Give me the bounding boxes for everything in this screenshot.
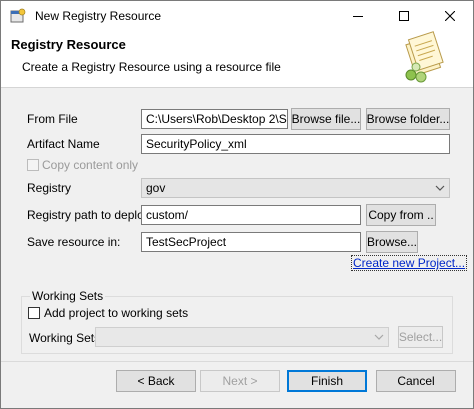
browse-button[interactable]: Browse...: [366, 231, 418, 253]
wizard-banner: Registry Resource Create a Registry Reso…: [1, 31, 473, 88]
from-file-label: From File: [27, 112, 78, 126]
add-to-working-sets-label: Add project to working sets: [44, 306, 189, 320]
browse-file-button[interactable]: Browse file...: [291, 108, 361, 130]
cancel-button[interactable]: Cancel: [376, 370, 456, 392]
minimize-icon: [353, 16, 363, 17]
resource-files-icon: [405, 31, 444, 83]
select-working-sets-button[interactable]: Select...: [398, 326, 443, 348]
select-working-sets-label: Select...: [398, 330, 443, 344]
banner-description: Create a Registry Resource using a resou…: [22, 60, 281, 74]
create-new-project-link[interactable]: Create new Project...: [350, 255, 468, 271]
maximize-icon: [399, 11, 409, 21]
working-sets-select[interactable]: [95, 327, 389, 347]
registry-select[interactable]: gov: [141, 178, 450, 198]
copy-content-checkbox[interactable]: [27, 159, 39, 171]
close-button[interactable]: [427, 1, 473, 31]
registry-path-label: Registry path to deploy: [27, 208, 150, 222]
finish-button[interactable]: Finish: [287, 370, 367, 392]
working-sets-label: Working Sets: [29, 331, 101, 345]
copy-from-button[interactable]: Copy from ..: [366, 204, 436, 226]
window-title: New Registry Resource: [35, 9, 162, 23]
registry-selected-value: gov: [146, 181, 166, 195]
add-to-working-sets-checkbox[interactable]: [28, 307, 40, 319]
cancel-label: Cancel: [397, 374, 435, 388]
browse-file-label: Browse file...: [291, 112, 361, 126]
browse-label: Browse...: [367, 235, 418, 249]
new-registry-resource-dialog: New Registry Resource Registry Resource …: [0, 0, 474, 409]
footer-separator: [1, 361, 473, 362]
finish-label: Finish: [310, 374, 343, 388]
working-sets-group-title: Working Sets: [30, 289, 106, 303]
registry-path-input[interactable]: custom/: [141, 205, 361, 225]
registry-label: Registry: [27, 181, 72, 195]
banner-title: Registry Resource: [11, 37, 126, 52]
title-bar: New Registry Resource: [1, 1, 473, 31]
artifact-name-input[interactable]: SecurityPolicy_xml: [141, 134, 450, 154]
maximize-button[interactable]: [381, 1, 427, 31]
artifact-name-label: Artifact Name: [27, 137, 100, 151]
close-icon: [445, 11, 455, 21]
next-button[interactable]: Next >: [200, 370, 280, 392]
back-label: < Back: [137, 374, 175, 388]
copy-from-label: Copy from ..: [368, 208, 434, 222]
save-resource-label: Save resource in:: [27, 235, 121, 249]
eclipse-dialog-icon: [10, 8, 26, 23]
next-label: Next >: [222, 374, 258, 388]
back-button[interactable]: < Back: [116, 370, 196, 392]
save-resource-input[interactable]: TestSecProject: [141, 232, 361, 252]
browse-folder-button[interactable]: Browse folder...: [366, 108, 450, 130]
copy-content-label: Copy content only: [42, 158, 139, 172]
chevron-down-icon: [374, 334, 384, 340]
minimize-button[interactable]: [335, 1, 381, 31]
from-file-input[interactable]: C:\Users\Rob\Desktop 2\SecI: [141, 109, 288, 129]
browse-folder-label: Browse folder...: [366, 112, 450, 126]
chevron-down-icon: [435, 185, 445, 191]
